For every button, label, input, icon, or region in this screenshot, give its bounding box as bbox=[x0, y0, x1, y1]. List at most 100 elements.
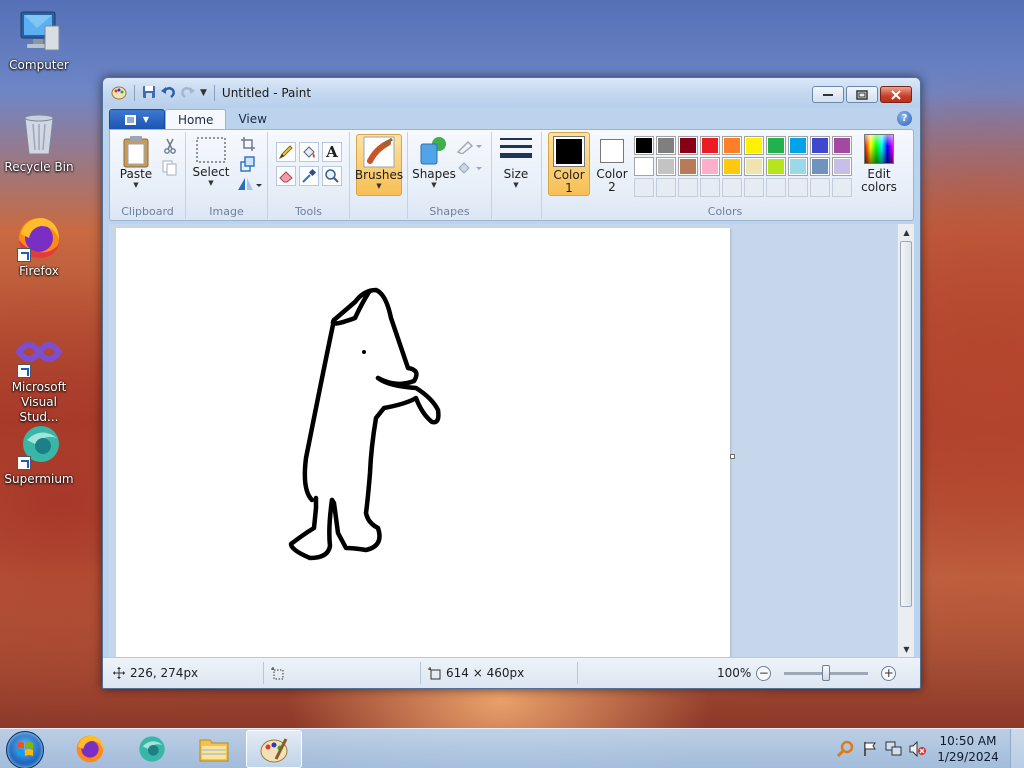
color2-button[interactable]: Color 2 bbox=[592, 132, 632, 196]
recycle-bin-icon bbox=[15, 110, 63, 158]
palette-swatch-empty[interactable] bbox=[722, 178, 742, 197]
magnifier-icon[interactable] bbox=[322, 166, 342, 186]
paste-dropdown-icon: ▼ bbox=[133, 181, 139, 189]
customize-qat-icon[interactable]: ▼ bbox=[200, 88, 207, 98]
copy-icon[interactable] bbox=[160, 158, 180, 178]
palette-swatch-empty[interactable] bbox=[810, 178, 830, 197]
desktop-icon-firefox[interactable]: Firefox bbox=[0, 214, 78, 279]
palette-swatch-empty[interactable] bbox=[678, 178, 698, 197]
close-button[interactable] bbox=[880, 86, 912, 103]
network-icon[interactable] bbox=[884, 739, 904, 759]
palette-swatch[interactable] bbox=[810, 136, 830, 155]
palette-swatch[interactable] bbox=[634, 157, 654, 176]
outline-icon[interactable] bbox=[456, 136, 482, 156]
palette-swatch[interactable] bbox=[722, 136, 742, 155]
palette-swatch[interactable] bbox=[722, 157, 742, 176]
pencil-icon[interactable] bbox=[276, 142, 296, 162]
clock[interactable]: 10:50 AM 1/29/2024 bbox=[930, 733, 1006, 765]
paint-app-icon[interactable] bbox=[111, 84, 127, 103]
select-button[interactable]: Select ▼ bbox=[190, 134, 232, 194]
action-center-flag-icon[interactable] bbox=[860, 739, 880, 759]
tools-group-label: Tools bbox=[294, 205, 323, 218]
volume-muted-icon[interactable] bbox=[908, 739, 928, 759]
palette-swatch[interactable] bbox=[788, 157, 808, 176]
palette-swatch[interactable] bbox=[744, 157, 764, 176]
taskbar-paint[interactable] bbox=[246, 730, 302, 768]
paint-icon bbox=[260, 738, 288, 763]
resize-icon[interactable] bbox=[238, 154, 258, 174]
desktop-icon-supermium[interactable]: Supermium bbox=[0, 422, 78, 487]
palette-swatch-empty[interactable] bbox=[788, 178, 808, 197]
scrollbar-thumb[interactable] bbox=[900, 241, 912, 607]
paste-button[interactable]: Paste ▼ bbox=[114, 134, 158, 194]
palette-swatch-empty[interactable] bbox=[832, 178, 852, 197]
palette-swatch-empty[interactable] bbox=[766, 178, 786, 197]
paint-window[interactable]: ▼ Untitled - Paint ▼ Home View ? Paste ▼ bbox=[102, 77, 921, 689]
search-icon[interactable] bbox=[836, 739, 856, 759]
scroll-up-icon[interactable]: ▲ bbox=[898, 224, 915, 240]
undo-icon[interactable] bbox=[160, 85, 176, 102]
desktop-icon-visual-studio[interactable]: Microsoft Visual Stud... bbox=[0, 330, 78, 425]
fill-icon[interactable] bbox=[456, 158, 482, 178]
palette-swatch[interactable] bbox=[656, 136, 676, 155]
crop-icon[interactable] bbox=[238, 134, 258, 154]
size-button[interactable]: Size ▼ bbox=[498, 134, 534, 196]
maximize-button[interactable] bbox=[846, 86, 878, 103]
tab-view[interactable]: View bbox=[226, 109, 278, 130]
palette-swatch[interactable] bbox=[700, 136, 720, 155]
scroll-down-icon[interactable]: ▼ bbox=[898, 641, 915, 657]
rotate-icon[interactable] bbox=[236, 174, 262, 194]
group-clipboard: Paste ▼ Clipboard bbox=[110, 132, 186, 219]
canvas-resize-handle-right[interactable] bbox=[730, 454, 735, 459]
shapes-button[interactable]: Shapes ▼ bbox=[412, 134, 456, 196]
supermium-icon bbox=[139, 736, 165, 762]
zoom-level: 100% bbox=[717, 666, 752, 680]
palette-swatch[interactable] bbox=[700, 157, 720, 176]
taskbar-file-explorer[interactable] bbox=[186, 730, 242, 768]
color-palette bbox=[634, 136, 852, 197]
color1-button[interactable]: Color 1 bbox=[548, 132, 590, 196]
zoom-slider-thumb[interactable] bbox=[822, 664, 831, 681]
start-button[interactable] bbox=[6, 731, 44, 768]
taskbar-firefox[interactable] bbox=[62, 730, 118, 768]
brushes-button[interactable]: Brushes ▼ bbox=[355, 134, 403, 196]
palette-swatch[interactable] bbox=[810, 157, 830, 176]
desktop-icon-recycle-bin[interactable]: Recycle Bin bbox=[0, 110, 78, 175]
desktop-icon-computer[interactable]: Computer bbox=[0, 8, 78, 73]
palette-swatch[interactable] bbox=[766, 157, 786, 176]
palette-swatch-empty[interactable] bbox=[744, 178, 764, 197]
palette-swatch-empty[interactable] bbox=[700, 178, 720, 197]
save-icon[interactable] bbox=[142, 85, 156, 102]
redo-icon[interactable] bbox=[180, 85, 196, 102]
fill-bucket-icon[interactable] bbox=[299, 142, 319, 162]
zoom-in-icon[interactable]: + bbox=[881, 665, 897, 681]
palette-swatch[interactable] bbox=[656, 157, 676, 176]
title-bar[interactable]: ▼ Untitled - Paint bbox=[103, 78, 920, 108]
palette-swatch-empty[interactable] bbox=[634, 178, 654, 197]
drawing-canvas[interactable] bbox=[116, 228, 735, 657]
palette-swatch-empty[interactable] bbox=[656, 178, 676, 197]
text-icon[interactable]: A bbox=[322, 142, 342, 162]
palette-swatch[interactable] bbox=[634, 136, 654, 155]
palette-swatch[interactable] bbox=[832, 157, 852, 176]
vertical-scrollbar[interactable]: ▲ ▼ bbox=[897, 224, 914, 657]
palette-swatch[interactable] bbox=[744, 136, 764, 155]
shapes-group-label: Shapes bbox=[429, 205, 470, 218]
minimize-button[interactable] bbox=[812, 86, 844, 103]
zoom-slider[interactable] bbox=[784, 664, 869, 681]
palette-swatch[interactable] bbox=[678, 136, 698, 155]
help-icon[interactable]: ? bbox=[897, 111, 912, 126]
tab-home[interactable]: Home bbox=[165, 109, 227, 130]
palette-swatch[interactable] bbox=[766, 136, 786, 155]
file-menu-button[interactable]: ▼ bbox=[109, 109, 165, 130]
eraser-icon[interactable] bbox=[276, 166, 296, 186]
palette-swatch[interactable] bbox=[832, 136, 852, 155]
palette-swatch[interactable] bbox=[788, 136, 808, 155]
cut-icon[interactable] bbox=[160, 136, 180, 156]
color-picker-icon[interactable] bbox=[299, 166, 319, 186]
palette-swatch[interactable] bbox=[678, 157, 698, 176]
zoom-out-icon[interactable]: − bbox=[756, 665, 772, 681]
show-desktop-button[interactable] bbox=[1010, 729, 1024, 768]
edit-colors-button[interactable]: Edit colors bbox=[858, 134, 900, 196]
taskbar-supermium[interactable] bbox=[124, 730, 180, 768]
